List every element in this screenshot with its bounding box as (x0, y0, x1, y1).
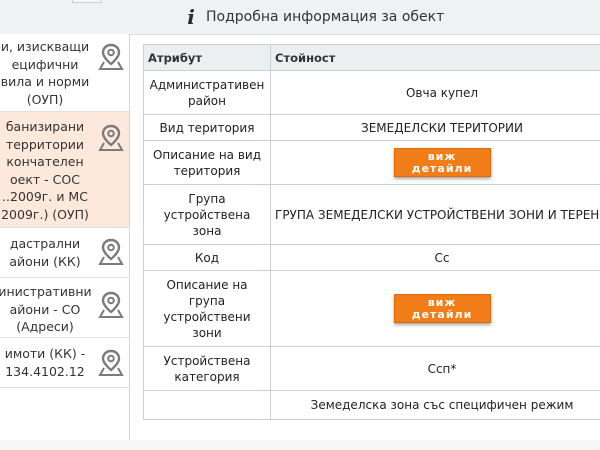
attribute-cell: Устройствена категория (143, 346, 271, 391)
button-label: детайли (411, 162, 473, 175)
results-list: и, изискващи ецифични вила и норми (ОУП)… (0, 34, 130, 450)
panel-title: Подробна информация за обект (206, 9, 445, 25)
bottom-strip (0, 440, 600, 450)
table-row: Земеделска зона със специфичен режим (143, 390, 600, 420)
value-cell: Овча купел (270, 70, 600, 115)
list-item-label: инистративни айони - СО (Адреси) (0, 284, 92, 334)
map-pin-icon[interactable] (97, 42, 125, 72)
attribute-cell: Административен район (143, 70, 271, 115)
table-row: Административен район Овча купел (143, 70, 600, 115)
value-cell: виж детайли (270, 140, 600, 185)
attribute-cell: Код (143, 244, 271, 271)
value-cell: Сс (270, 244, 600, 271)
map-pin-icon[interactable] (97, 348, 125, 378)
top-bar: i Подробна информация за обект (0, 0, 600, 35)
button-label: детайли (411, 308, 473, 321)
table-row: Вид територия ЗЕМЕДЕЛСКИ ТЕРИТОРИИ (143, 114, 600, 141)
column-header-attribute: Атрибут (143, 44, 271, 71)
list-item-label: банизирани территории кончателен оект - … (1, 119, 89, 222)
list-item-label: и, изискващи ецифични вила и норми (ОУП) (0, 39, 90, 107)
attribute-cell: Описание на група устройствени зони (143, 270, 271, 347)
value-cell: Сcп* (270, 346, 600, 391)
value-cell: ГРУПА ЗЕМЕДЕЛСКИ УСТРОЙСТВЕНИ ЗОНИ И ТЕР… (270, 184, 600, 245)
value-cell: Земеделска зона със специфичен режим (270, 390, 600, 420)
table-row: Код Сс (143, 244, 600, 271)
tab-stub[interactable] (72, 0, 102, 3)
list-item-label: дастрални айони (КК) (9, 236, 81, 269)
column-header-value: Стойност (270, 44, 600, 71)
table-row: Устройствена категория Сcп* (143, 346, 600, 391)
map-pin-icon[interactable] (97, 237, 125, 267)
list-item-label: имоти (КК) - 134.4102.12 (4, 346, 86, 379)
attribute-cell: Описание на вид територия (143, 140, 271, 185)
table-header-row: Атрибут Стойност (143, 44, 600, 71)
value-cell: виж детайли (270, 270, 600, 347)
map-pin-icon[interactable] (97, 290, 125, 320)
list-item[interactable]: и, изискващи ецифични вила и норми (ОУП) (0, 34, 129, 112)
map-pin-icon[interactable] (97, 123, 125, 153)
list-item[interactable]: имоти (КК) - 134.4102.12 (0, 338, 129, 388)
value-cell: ЗЕМЕДЕЛСКИ ТЕРИТОРИИ (270, 114, 600, 141)
attributes-panel: Атрибут Стойност Административен район О… (143, 44, 600, 429)
list-item[interactable]: инистративни айони - СО (Адреси) (0, 278, 129, 338)
table-row: Описание на вид територия виж детайли (143, 140, 600, 185)
attribute-cell (143, 390, 271, 420)
attribute-cell: Група устройствена зона (143, 184, 271, 245)
view-details-button[interactable]: виж детайли (393, 148, 491, 177)
list-item[interactable]: дастрални айони (КК) (0, 228, 129, 278)
attribute-cell: Вид територия (143, 114, 271, 141)
info-icon: i (187, 5, 195, 29)
list-item-selected[interactable]: банизирани территории кончателен оект - … (0, 112, 129, 228)
table-row: Група устройствена зона ГРУПА ЗЕМЕДЕЛСКИ… (143, 184, 600, 245)
table-row: Описание на група устройствени зони виж д… (143, 270, 600, 347)
attributes-table: Атрибут Стойност Административен район О… (143, 44, 600, 420)
view-details-button[interactable]: виж детайли (393, 294, 491, 323)
panel-header: i Подробна информация за обект (184, 7, 444, 27)
